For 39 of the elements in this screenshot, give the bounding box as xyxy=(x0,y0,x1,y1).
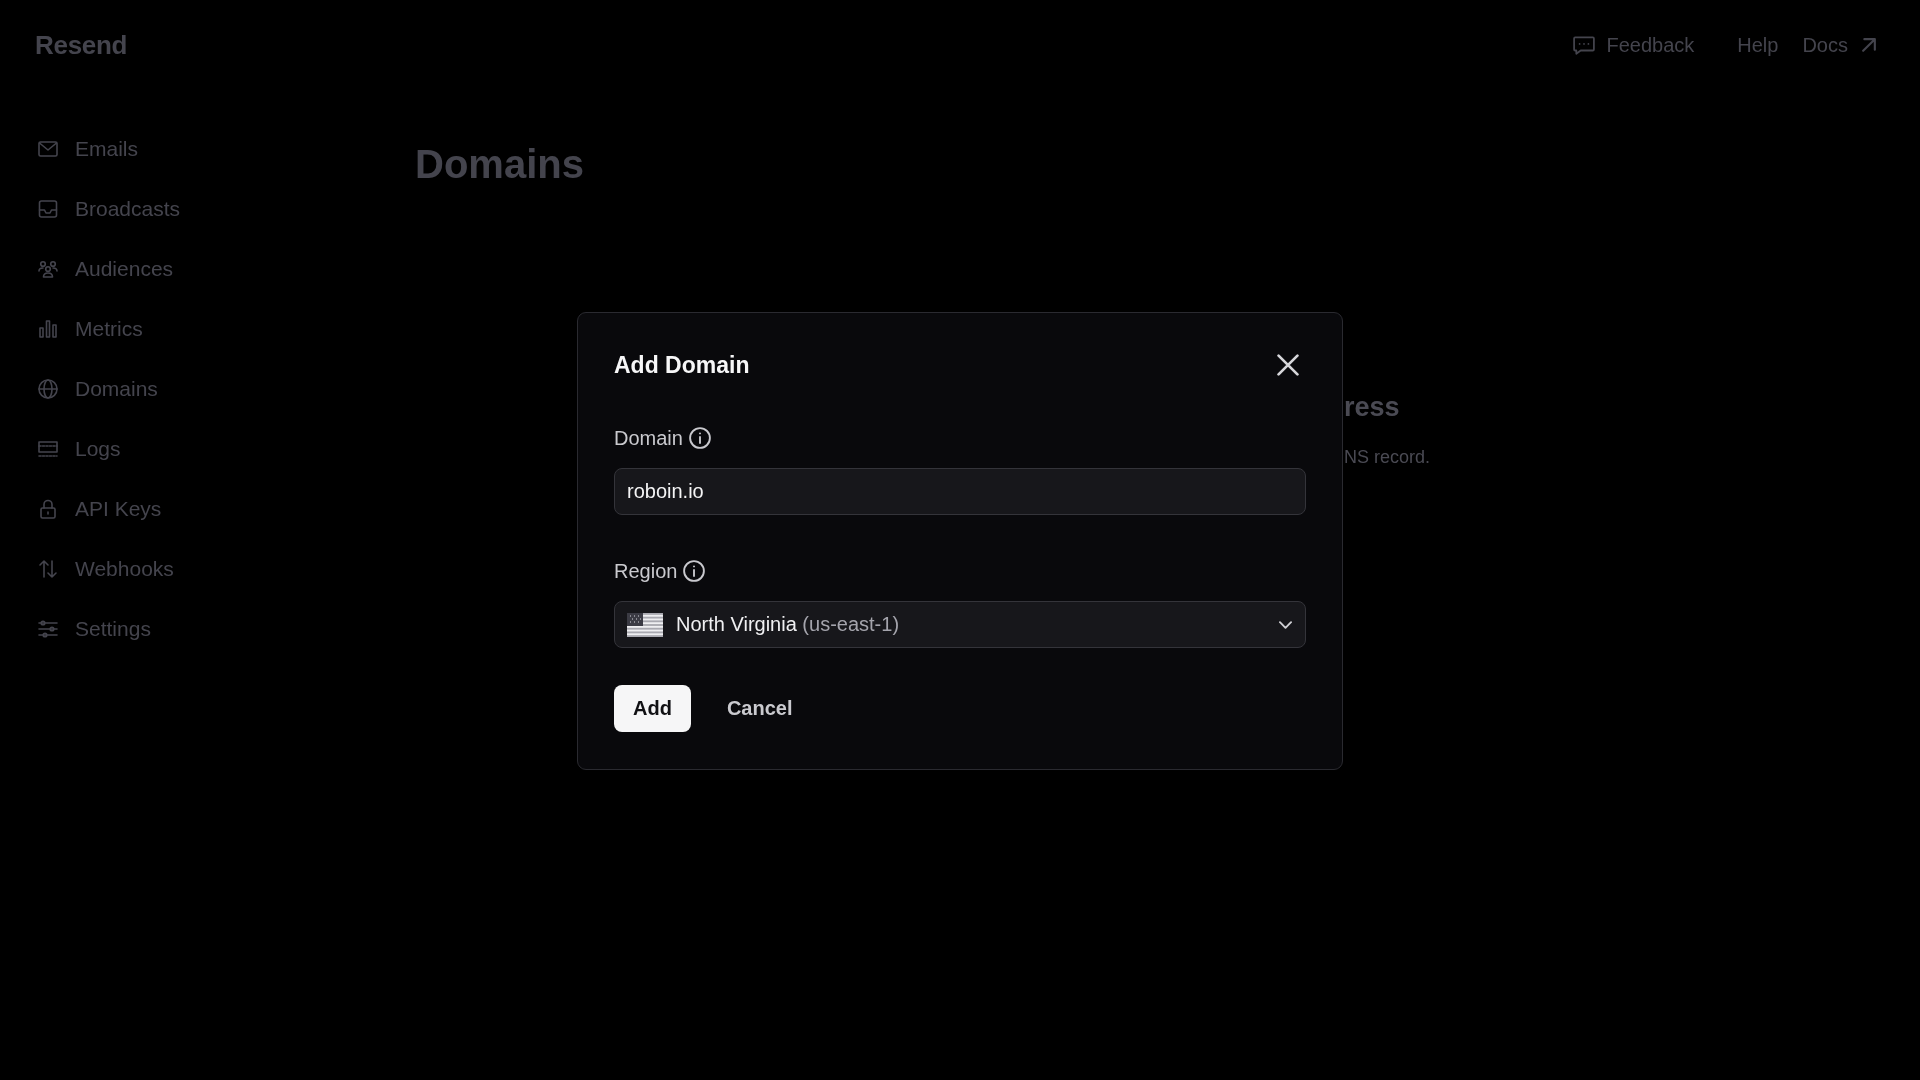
flag-icon xyxy=(627,612,663,637)
field-label: Region xyxy=(614,559,678,583)
sidebar-item[interactable]: Logs xyxy=(38,419,121,479)
field-label: Domain xyxy=(614,426,683,450)
dialog-title: Add Domain xyxy=(614,351,750,380)
empty-state-heading: ress xyxy=(1344,391,1400,424)
envelope-icon xyxy=(38,139,58,159)
arrow-up-right-icon xyxy=(1862,38,1876,52)
empty-state-text: NS record. xyxy=(1344,446,1431,468)
sidebar-item[interactable]: Audiences xyxy=(38,239,174,299)
add-button[interactable]: Add xyxy=(614,685,691,732)
globe-icon xyxy=(38,379,58,399)
lines-icon xyxy=(38,439,58,459)
lock-icon xyxy=(38,499,58,519)
header-link[interactable]: Help xyxy=(1737,33,1779,57)
up-down-arrows-icon xyxy=(38,559,58,579)
sidebar-item[interactable]: Settings xyxy=(38,599,151,659)
info-icon[interactable] xyxy=(688,427,711,449)
domain-input[interactable]: roboin.io xyxy=(614,468,1306,515)
bar-chart-icon xyxy=(38,319,58,339)
sidebar-item[interactable]: API Keys xyxy=(38,479,162,539)
sidebar-item[interactable]: Domains xyxy=(38,359,158,419)
sidebar-item[interactable]: Webhooks xyxy=(38,539,174,599)
page-title: Domains xyxy=(415,141,584,188)
sidebar-item[interactable]: Metrics xyxy=(38,299,143,359)
cancel-button[interactable]: Cancel xyxy=(712,685,807,732)
region-select[interactable]: North Virginia (us-east-1) xyxy=(614,601,1306,648)
chat-bubble-icon xyxy=(1573,35,1596,55)
header-link[interactable]: Docs xyxy=(1802,33,1876,57)
info-icon[interactable] xyxy=(683,560,706,582)
chevron-down-icon xyxy=(1279,620,1292,629)
sidebar-item[interactable]: Emails xyxy=(38,119,138,179)
tray-icon xyxy=(38,199,58,219)
sidebar-item[interactable]: Broadcasts xyxy=(38,179,181,239)
logo-text[interactable]: Resend xyxy=(35,29,128,61)
sliders-icon xyxy=(38,619,58,639)
header-link[interactable]: Feedback xyxy=(1573,33,1695,57)
close-icon[interactable] xyxy=(1277,354,1299,376)
people-icon xyxy=(38,259,58,279)
